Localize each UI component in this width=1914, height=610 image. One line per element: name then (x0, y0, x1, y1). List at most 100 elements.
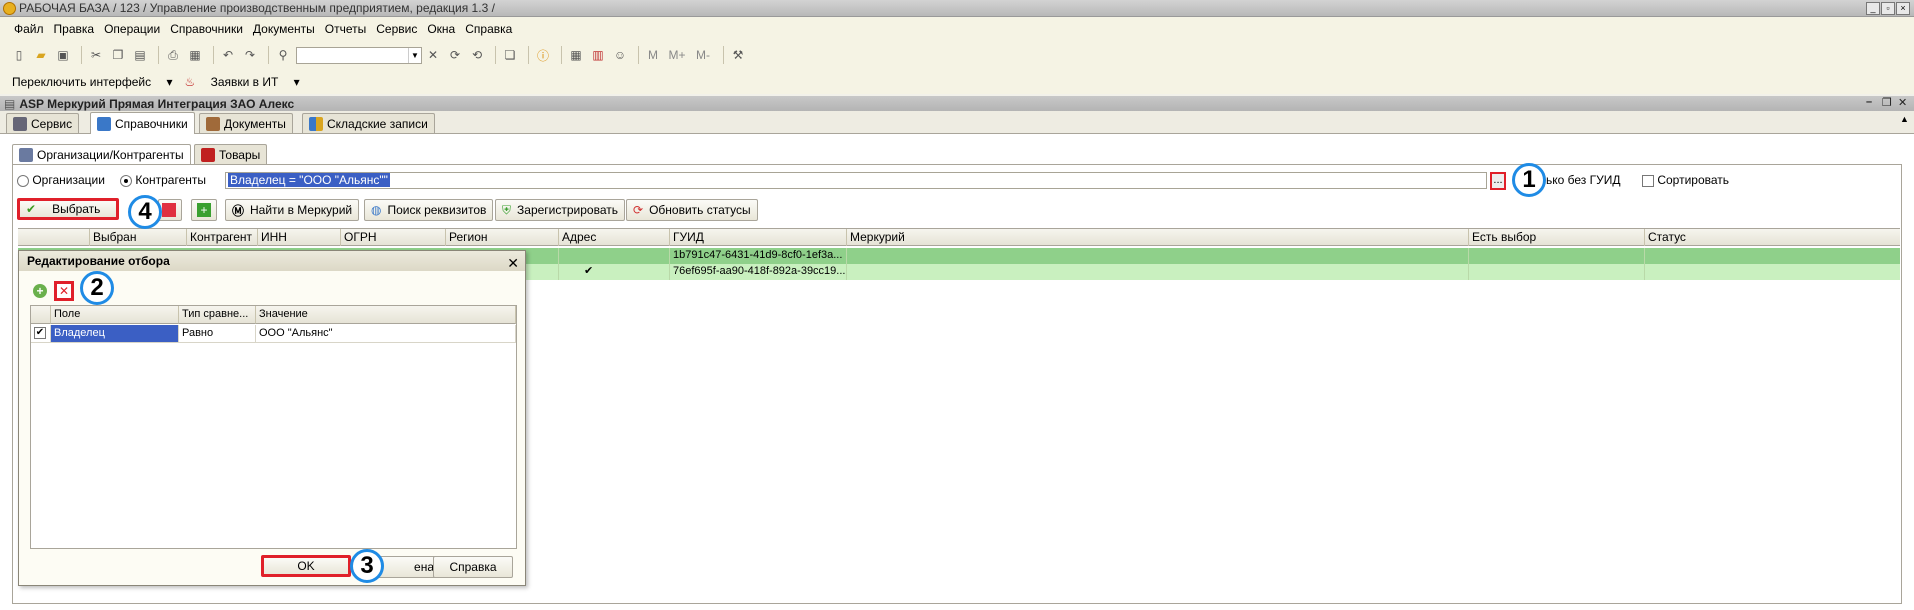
window-title: РАБОЧАЯ БАЗА / 123 / Управление производ… (19, 1, 495, 15)
menubar: Файл Правка Операции Справочники Докумен… (0, 17, 1914, 40)
menu-windows[interactable]: Окна (427, 22, 455, 36)
sub-tabs: Организации/Контрагенты Товары (12, 144, 1902, 164)
update-status-button[interactable]: ⟳ Обновить статусы (626, 199, 758, 221)
open-folder-icon[interactable]: ▰ (32, 46, 50, 64)
col-ogrn[interactable]: ОГРН (340, 229, 445, 246)
guid-cell: 1b791c47-6431-41d9-8cf0-1ef3a... (669, 248, 846, 264)
col-inn[interactable]: ИНН (257, 229, 340, 246)
toolbar-search-input[interactable]: ▼ (296, 46, 422, 64)
col-compare-type[interactable]: Тип сравне... (179, 306, 256, 324)
close-button[interactable]: × (1896, 2, 1910, 15)
help-button[interactable]: Справка (433, 556, 513, 578)
window-titlebar: РАБОЧАЯ БАЗА / 123 / Управление производ… (0, 0, 1914, 17)
print-icon[interactable]: ⎙ (164, 46, 182, 64)
tools-icon[interactable]: ⚒ (729, 46, 747, 64)
menu-help[interactable]: Справка (465, 22, 512, 36)
chevron-down-icon[interactable]: ▼ (408, 47, 421, 63)
cut-icon[interactable]: ✂ (87, 46, 105, 64)
new-doc-icon[interactable]: ▯ (10, 46, 28, 64)
menu-service[interactable]: Сервис (376, 22, 417, 36)
radio-contractors[interactable]: Контрагенты (120, 173, 206, 187)
it-requests-button[interactable]: ♨ Заявки в ИТ ▾ (184, 75, 299, 89)
warehouse-icon (309, 116, 323, 131)
preview-icon[interactable]: ▦ (186, 46, 204, 64)
switch-interface-button[interactable]: Переключить интерфейс ▾ (12, 75, 172, 89)
menu-documents[interactable]: Документы (253, 22, 315, 36)
register-button[interactable]: ⛨ Зарегистрировать (495, 199, 625, 221)
annotation-1: 1 (1512, 163, 1546, 197)
annotation-2: 2 (80, 271, 114, 305)
only-no-guid-label[interactable]: лько без ГУИД (1539, 173, 1621, 187)
standard-toolbar: ▯ ▰ ▣ ✂ ❐ ▤ ⎙ ▦ ↶ ↷ ⚲ ▼ ✕ ⟳ ⟲ ❏ ⓘ ▦ ▥ ☺ … (0, 40, 1914, 70)
memory-m-icon[interactable]: M (644, 46, 662, 64)
use-checkbox[interactable]: ✔ (31, 325, 51, 343)
copy-icon[interactable]: ❐ (109, 46, 127, 64)
tab-documents[interactable]: Документы (199, 113, 293, 133)
search-prev-icon[interactable]: ⟲ (468, 46, 486, 64)
filter-input[interactable]: Владелец = "ООО "Альянс"" (225, 172, 1487, 189)
sort-checkbox[interactable]: Сортировать (1642, 173, 1729, 187)
memory-minus-icon[interactable]: M- (692, 46, 714, 64)
col-field[interactable]: Поле (51, 306, 179, 324)
gear-icon (13, 116, 27, 131)
menu-file[interactable]: Файл (14, 22, 44, 36)
col-value[interactable]: Значение (256, 306, 516, 324)
clear-search-icon[interactable]: ✕ (424, 46, 442, 64)
paste-icon[interactable]: ▤ (131, 46, 149, 64)
filter-edit-button[interactable]: ... (1490, 172, 1506, 190)
doc-close-button[interactable]: ✕ (1898, 96, 1907, 109)
save-icon[interactable]: ▣ (54, 46, 72, 64)
maximize-button[interactable]: ▫ (1881, 2, 1895, 15)
find-mercury-button[interactable]: Ⓜ Найти в Меркурий (225, 199, 360, 221)
menu-operations[interactable]: Операции (104, 22, 160, 36)
value-cell[interactable]: ООО "Альянс" (256, 325, 516, 343)
info-icon[interactable]: ⓘ (534, 46, 552, 64)
search-requisites-button[interactable]: ◍ Поиск реквизитов (364, 199, 494, 221)
doc-minimize-button[interactable]: – (1866, 96, 1872, 108)
radio-organizations[interactable]: Организации (17, 173, 105, 187)
calendar-icon[interactable]: ▥ (589, 46, 607, 64)
ok-button[interactable]: OK (261, 555, 351, 577)
select-button[interactable]: ✔ Выбрать (17, 198, 119, 220)
tabs-scroll-up-icon[interactable]: ▲ (1900, 114, 1909, 124)
close-icon[interactable]: ✕ (507, 253, 519, 273)
add-filter-icon[interactable]: + (33, 284, 47, 298)
menu-edit[interactable]: Правка (54, 22, 95, 36)
calculator-icon[interactable]: ▦ (567, 46, 585, 64)
check-icon: ✔ (26, 202, 37, 216)
document-title: ASP Меркурий Прямая Интеграция ЗАО Алекс (19, 96, 295, 111)
compare-type-cell[interactable]: Равно (179, 325, 256, 343)
windows-icon[interactable]: ❏ (501, 46, 519, 64)
doc-restore-button[interactable]: ❐ (1882, 96, 1892, 109)
minimize-button[interactable]: _ (1866, 2, 1880, 15)
guid-cell: 76ef695f-aa90-418f-892a-39cc19... (669, 264, 846, 280)
col-region[interactable]: Регион (445, 229, 558, 246)
menu-reports[interactable]: Отчеты (325, 22, 366, 36)
undo-icon[interactable]: ↶ (219, 46, 237, 64)
delete-filter-icon[interactable]: ✕ (54, 281, 74, 301)
tab-warehouse[interactable]: Складские записи (302, 113, 435, 133)
tab-organizations-contractors[interactable]: Организации/Контрагенты (12, 144, 191, 164)
tab-goods[interactable]: Товары (194, 144, 268, 164)
annotation-4: 4 (128, 195, 162, 229)
redo-icon[interactable]: ↷ (241, 46, 259, 64)
col-address[interactable]: Адрес (558, 229, 669, 246)
find-icon[interactable]: ⚲ (274, 46, 292, 64)
users-icon[interactable]: ☺ (611, 46, 629, 64)
field-cell[interactable]: Владелец (51, 325, 179, 343)
col-guid[interactable]: ГУИД (669, 229, 846, 246)
shield-icon: ⛨ (502, 202, 512, 217)
col-mercury[interactable]: Меркурий (846, 229, 1468, 246)
cart-icon (201, 147, 215, 162)
document-title-bar: ▤ ASP Меркурий Прямая Интеграция ЗАО Але… (0, 96, 1914, 111)
col-has-choice[interactable]: Есть выбор (1468, 229, 1644, 246)
col-selected[interactable]: Выбран (89, 229, 186, 246)
col-contractor[interactable]: Контрагент (186, 229, 257, 246)
col-status[interactable]: Статус (1644, 229, 1900, 246)
memory-plus-icon[interactable]: M+ (666, 46, 688, 64)
tab-catalogs[interactable]: Справочники (90, 112, 195, 134)
add-button[interactable]: + (191, 199, 217, 221)
search-next-icon[interactable]: ⟳ (446, 46, 464, 64)
tab-service[interactable]: Сервис (6, 113, 80, 133)
menu-catalogs[interactable]: Справочники (170, 22, 243, 36)
